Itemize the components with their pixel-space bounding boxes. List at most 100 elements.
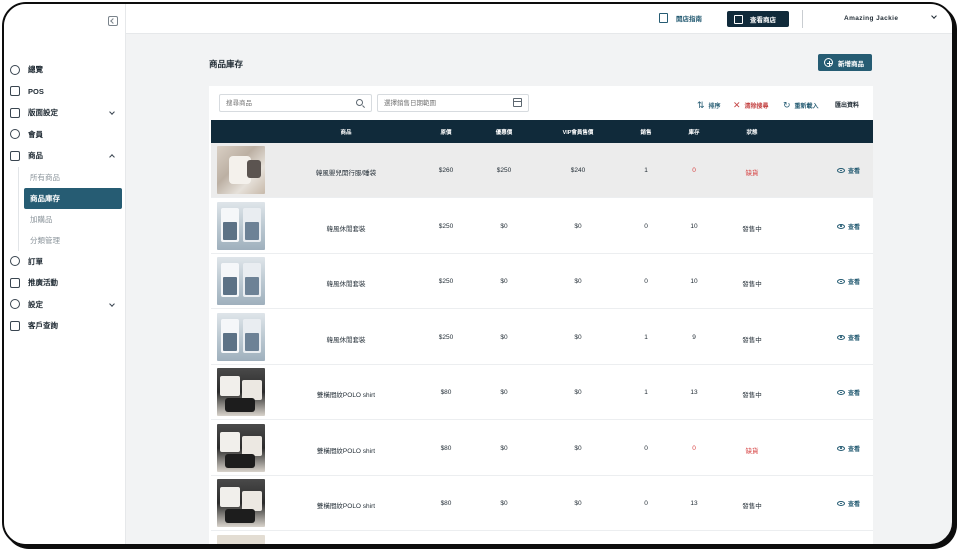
sale-price-cell: $0: [500, 278, 508, 285]
column-header-stock[interactable]: 庫存: [688, 128, 699, 136]
sale-price-cell: $0: [500, 500, 508, 507]
view-store-label: 查看商店: [750, 17, 776, 24]
stock-cell: 10: [690, 222, 698, 230]
view-label: 查看: [848, 169, 861, 175]
date-range-input[interactable]: [377, 94, 529, 112]
sidebar: 總覽 POS 版面設定 會員 商品 所有商品 商品庫存 加購品 分類管理 訂單 …: [4, 4, 126, 544]
order-icon: [10, 256, 20, 267]
dashboard-icon: [10, 64, 20, 75]
stock-cell: 0: [692, 444, 696, 452]
sidebar-subitem-addons[interactable]: 加購品: [24, 209, 126, 230]
sidebar-subitem-all-products[interactable]: 所有商品: [24, 167, 126, 188]
table-row[interactable]: 韓風休閒套裝 $250 $0 $0 0 10 發售中 查看: [211, 254, 873, 309]
view-label: 查看: [848, 391, 861, 397]
product-name-cell: 雙橫間紋POLO shirt: [316, 392, 376, 399]
app-window: 總覽 POS 版面設定 會員 商品 所有商品 商品庫存 加購品 分類管理 訂單 …: [2, 2, 954, 546]
chevron-down-icon: [109, 109, 115, 115]
sale-price-cell: $0: [500, 222, 508, 230]
chevron-down-icon: [109, 300, 115, 307]
table-row[interactable]: [211, 532, 873, 544]
column-header-status[interactable]: 狀態: [746, 128, 757, 136]
table-row[interactable]: 韓風休閒套裝 $250 $0 $0 1 9 發售中 查看: [211, 310, 873, 365]
collapse-sidebar-icon[interactable]: [108, 16, 118, 26]
price-cell: $250: [438, 222, 454, 230]
view-button[interactable]: 查看: [837, 388, 860, 397]
plus-circle-icon: [824, 58, 833, 67]
chevron-down-icon[interactable]: [931, 13, 937, 19]
device-frame: 總覽 POS 版面設定 會員 商品 所有商品 商品庫存 加購品 分類管理 訂單 …: [0, 0, 960, 551]
sidebar-subitem-categories[interactable]: 分類管理: [24, 230, 126, 251]
add-product-button[interactable]: 新增商品: [818, 54, 872, 71]
table-row[interactable]: 韓風休閒套裝 $250 $0 $0 0 10 發售中 查看: [211, 199, 873, 254]
page-title: 商品庫存: [209, 59, 244, 69]
sale-price-cell: $0: [500, 444, 508, 452]
view-label: 查看: [848, 280, 861, 286]
column-header-product[interactable]: 商品: [340, 128, 351, 136]
product-thumbnail: [217, 312, 265, 361]
sidebar-item-promotions[interactable]: 推廣活動: [4, 272, 126, 294]
guide-icon: [659, 13, 668, 23]
inventory-card: ⇅ 排序 ✕ 清除搜尋 ↻ 重新載入 匯出資料 商品 原價 優惠價 VIP會員售…: [209, 86, 873, 544]
column-header-sale-price[interactable]: 優惠價: [496, 128, 513, 136]
sale-price-cell: $0: [500, 333, 508, 341]
view-button[interactable]: 查看: [837, 499, 860, 508]
product-name-cell: 雙橫間紋POLO shirt: [316, 503, 376, 510]
sidebar-item-pos[interactable]: POS: [4, 81, 126, 103]
sold-cell: 0: [644, 500, 648, 507]
member-icon: [10, 129, 20, 140]
table-row[interactable]: 雙橫間紋POLO shirt $80 $0 $0 0 0 缺貨 查看: [211, 421, 873, 476]
sidebar-item-member[interactable]: 會員: [4, 124, 126, 146]
sidebar-item-orders[interactable]: 訂單: [4, 251, 126, 273]
search-input[interactable]: [219, 94, 372, 112]
reload-button[interactable]: ↻ 重新載入: [783, 100, 819, 111]
view-button[interactable]: 查看: [837, 333, 860, 342]
status-cell: 發售中: [742, 392, 762, 399]
view-button[interactable]: 查看: [837, 222, 860, 231]
product-name-cell: 韓風休閒套裝: [326, 281, 366, 288]
stock-cell: 0: [692, 167, 696, 174]
view-button[interactable]: 查看: [837, 277, 860, 286]
eye-icon: [837, 501, 845, 506]
sort-label: 排序: [708, 104, 721, 110]
sidebar-item-products[interactable]: 商品: [4, 145, 126, 167]
clear-search-button[interactable]: ✕ 清除搜尋: [733, 100, 769, 111]
sold-cell: 0: [644, 222, 648, 230]
eye-icon: [837, 279, 845, 284]
column-header-vip-price[interactable]: VIP會員售價: [563, 128, 594, 136]
eye-icon: [837, 223, 845, 229]
top-bar: 開店指南 查看商店 Amazing Jackie: [126, 4, 952, 34]
sidebar-item-label: 會員: [28, 129, 43, 139]
store-guide-button[interactable]: 開店指南: [659, 13, 702, 23]
view-button[interactable]: 查看: [837, 444, 860, 453]
stock-cell: 13: [690, 389, 698, 396]
price-cell: $250: [438, 278, 454, 285]
sale-price-cell: $250: [496, 167, 512, 174]
price-cell: $80: [440, 444, 452, 452]
sidebar-item-label: 總覽: [28, 65, 43, 75]
sidebar-item-customer-query[interactable]: 客戶查詢: [4, 315, 126, 337]
vip-price-cell: $0: [574, 278, 582, 285]
price-cell: $80: [440, 500, 452, 507]
export-button[interactable]: 匯出資料: [835, 100, 859, 109]
sold-cell: 1: [644, 389, 648, 396]
search-icon[interactable]: [356, 99, 363, 106]
status-cell: 缺貨: [745, 447, 759, 455]
price-cell: $80: [440, 389, 452, 396]
column-header-sold[interactable]: 銷售: [640, 128, 651, 136]
table-row[interactable]: 雙橫間紋POLO shirt $80 $0 $0 1 13 發售中 查看: [211, 365, 873, 420]
view-label: 查看: [848, 446, 861, 453]
column-header-price[interactable]: 原價: [440, 128, 451, 136]
view-store-button[interactable]: 查看商店: [727, 11, 789, 27]
price-cell: $260: [438, 167, 454, 174]
sidebar-item-settings[interactable]: 設定: [4, 294, 126, 316]
sidebar-subitem-inventory[interactable]: 商品庫存: [24, 187, 122, 209]
table-row[interactable]: 韓風嬰兒開行服/睡袋 $260 $250 $240 1 0 缺貨 查看: [211, 143, 873, 198]
table-row[interactable]: 雙橫間紋POLO shirt $80 $0 $0 0 13 發售中 查看: [211, 476, 873, 531]
sidebar-item-layout[interactable]: 版面設定: [4, 102, 126, 124]
user-name[interactable]: Amazing Jackie: [844, 15, 898, 22]
calendar-icon[interactable]: [513, 98, 522, 107]
sort-button[interactable]: ⇅ 排序: [697, 100, 721, 111]
sidebar-item-overview[interactable]: 總覽: [4, 59, 126, 81]
product-thumbnail: [217, 201, 265, 250]
view-button[interactable]: 查看: [837, 166, 860, 175]
